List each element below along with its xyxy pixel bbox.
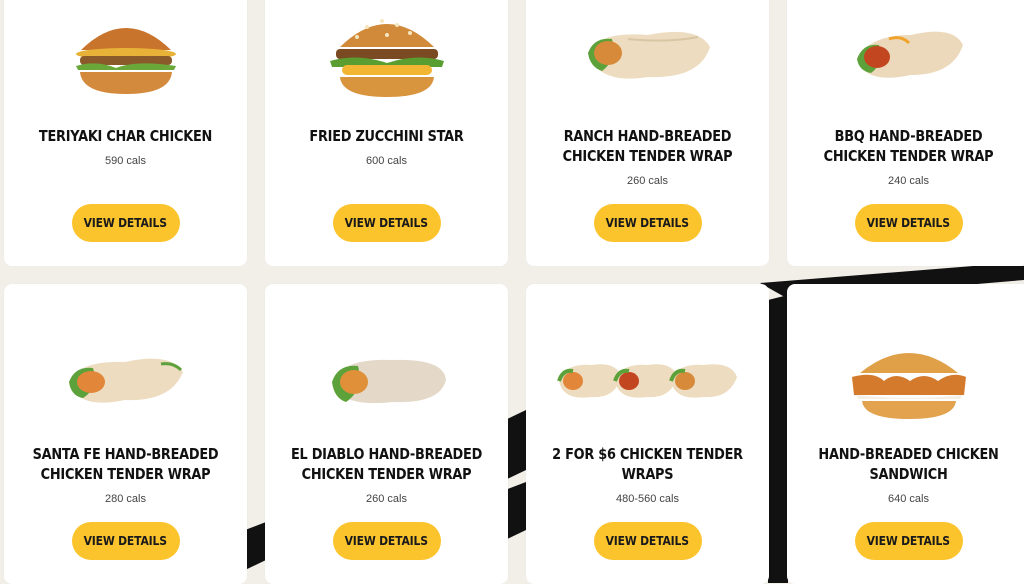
item-calories: 590 cals xyxy=(105,155,146,167)
view-details-button[interactable]: VIEW DETAILS xyxy=(332,204,441,242)
item-name: TERIYAKI CHAR CHICKEN xyxy=(38,127,213,145)
item-calories: 260 cals xyxy=(627,175,668,187)
item-calories: 280 cals xyxy=(105,493,146,505)
view-details-button[interactable]: VIEW DETAILS xyxy=(593,522,702,560)
menu-card[interactable]: TERIYAKI CHAR CHICKEN 590 cals VIEW DETA… xyxy=(4,0,247,266)
item-calories: 480-560 cals xyxy=(616,493,679,505)
food-image xyxy=(526,324,769,434)
view-details-button[interactable]: VIEW DETAILS xyxy=(332,522,441,560)
food-image xyxy=(4,324,247,434)
item-name: RANCH HAND-BREADED CHICKEN TENDER WRAP xyxy=(562,127,733,165)
burger-icon xyxy=(851,353,966,419)
wrap-icon xyxy=(856,31,963,78)
item-calories: 600 cals xyxy=(366,155,407,167)
food-image xyxy=(787,324,1024,434)
menu-card[interactable]: RANCH HAND-BREADED CHICKEN TENDER WRAP 2… xyxy=(526,0,769,266)
food-image xyxy=(4,0,247,108)
view-details-button[interactable]: VIEW DETAILS xyxy=(593,204,702,242)
item-name: FRIED ZUCCHINI STAR xyxy=(309,127,464,145)
menu-card[interactable]: HAND-BREADED CHICKEN SANDWICH 640 cals V… xyxy=(787,284,1024,584)
food-image xyxy=(265,0,508,108)
item-name: 2 FOR $6 CHICKEN TENDER WRAPS xyxy=(552,445,743,483)
item-calories: 640 cals xyxy=(888,493,929,505)
food-image xyxy=(787,0,1024,108)
wraps-icon xyxy=(556,364,737,398)
food-image xyxy=(526,0,769,108)
menu-card[interactable]: FRIED ZUCCHINI STAR 600 cals VIEW DETAIL… xyxy=(265,0,508,266)
burger-icon xyxy=(75,28,176,94)
view-details-button[interactable]: VIEW DETAILS xyxy=(854,522,963,560)
item-name: EL DIABLO HAND-BREADED CHICKEN TENDER WR… xyxy=(290,445,483,483)
wrap-icon xyxy=(587,31,710,79)
view-details-button[interactable]: VIEW DETAILS xyxy=(71,522,180,560)
item-name: BBQ HAND-BREADED CHICKEN TENDER WRAP xyxy=(823,127,994,165)
menu-grid: TERIYAKI CHAR CHICKEN 590 cals VIEW DETA… xyxy=(4,0,1024,584)
wrap-icon xyxy=(68,358,183,403)
item-calories: 260 cals xyxy=(366,493,407,505)
view-details-button[interactable]: VIEW DETAILS xyxy=(854,204,963,242)
menu-card[interactable]: 2 FOR $6 CHICKEN TENDER WRAPS 480-560 ca… xyxy=(526,284,769,584)
item-calories: 240 cals xyxy=(888,175,929,187)
menu-card[interactable]: SANTA FE HAND-BREADED CHICKEN TENDER WRA… xyxy=(4,284,247,584)
view-details-button[interactable]: VIEW DETAILS xyxy=(71,204,180,242)
item-name: HAND-BREADED CHICKEN SANDWICH xyxy=(818,445,999,483)
food-image xyxy=(265,324,508,434)
burger-icon xyxy=(329,19,444,97)
wrap-icon xyxy=(331,359,446,404)
menu-card[interactable]: BBQ HAND-BREADED CHICKEN TENDER WRAP 240… xyxy=(787,0,1024,266)
menu-card[interactable]: EL DIABLO HAND-BREADED CHICKEN TENDER WR… xyxy=(265,284,508,584)
item-name: SANTA FE HAND-BREADED CHICKEN TENDER WRA… xyxy=(32,445,219,483)
